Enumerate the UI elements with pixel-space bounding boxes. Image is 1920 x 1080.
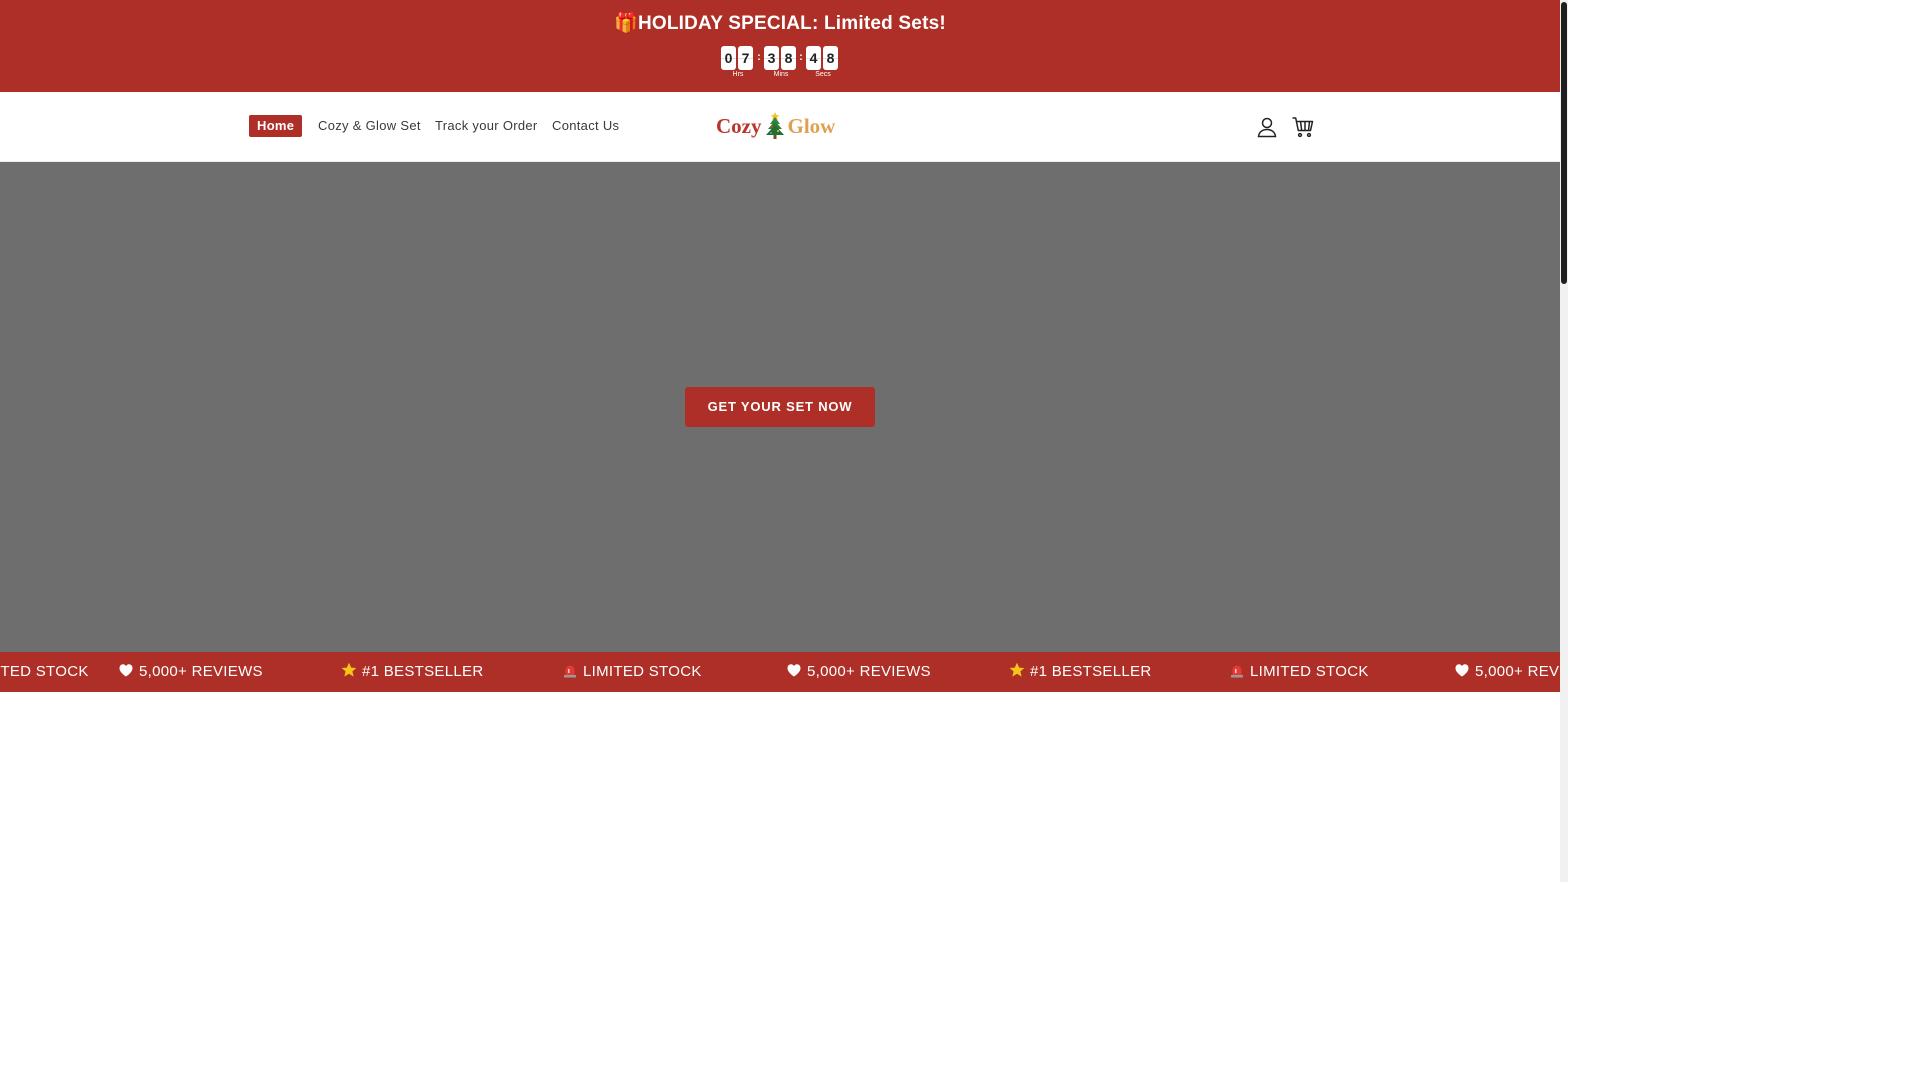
countdown-label: Secs	[815, 71, 831, 78]
countdown-digit: 0	[721, 46, 736, 70]
christmas-tree-icon	[765, 112, 784, 139]
siren-icon	[564, 665, 576, 678]
heart-icon	[119, 664, 133, 677]
marquee-item: LIMITED STOCK	[0, 663, 89, 680]
countdown-digit: 8	[823, 46, 838, 70]
countdown-hours: 0 7 Hrs	[721, 46, 755, 80]
hero-banner: GET YOUR SET NOW	[0, 162, 1560, 652]
scrollbar-thumb[interactable]	[1561, 2, 1567, 284]
page-scrollbar[interactable]	[1560, 0, 1568, 882]
siren-icon	[1231, 665, 1243, 678]
gift-icon: 🎁	[614, 13, 638, 34]
promo-title-text: HOLIDAY SPECIAL: Limited Sets!	[637, 13, 946, 34]
get-your-set-button[interactable]: GET YOUR SET NOW	[685, 387, 875, 427]
site-header: Home Cozy & Glow Set Track your Order Co…	[0, 92, 1560, 162]
heart-icon	[1455, 664, 1469, 677]
logo-text-cozy: Cozy	[716, 114, 762, 138]
marquee-item: #1 BESTSELLER	[341, 652, 483, 692]
brand-logo[interactable]: Cozy Glow	[716, 109, 840, 143]
marquee-item: 5,000+ REVIEWS	[786, 652, 931, 692]
countdown-label: Hrs	[732, 71, 744, 78]
marquee-item: #1 BESTSELLER	[1009, 652, 1151, 692]
page: 🎁HOLIDAY SPECIAL: Limited Sets! 0 7 Hrs …	[0, 0, 1568, 882]
countdown-seconds: 4 8 Secs	[806, 46, 840, 80]
countdown-minutes: 3 8 Mins	[764, 46, 798, 80]
countdown-separator: :	[757, 51, 761, 63]
promo-title: 🎁HOLIDAY SPECIAL: Limited Sets!	[0, 11, 1560, 35]
countdown-digit: 4	[806, 46, 821, 70]
promo-bar: 🎁HOLIDAY SPECIAL: Limited Sets! 0 7 Hrs …	[0, 0, 1560, 92]
nav-item-home[interactable]: Home	[249, 115, 303, 137]
nav-item-track-order[interactable]: Track your Order	[435, 115, 538, 137]
nav-item-cozy-glow-set[interactable]: Cozy & Glow Set	[318, 115, 421, 137]
marquee-item: LIMITED STOCK	[562, 652, 702, 692]
logo-text-glow: Glow	[787, 114, 836, 138]
nav-item-contact-us[interactable]: Contact Us	[552, 115, 619, 137]
cart-icon[interactable]	[1291, 115, 1315, 139]
announcement-marquee: LIMITED STOCK 5,000+ REVIEWS #1 BESTSELL…	[0, 652, 1560, 692]
countdown-separator: :	[799, 51, 803, 63]
heart-icon	[787, 664, 801, 677]
marquee-item: 5,000+ REVIEWS	[1454, 652, 1560, 692]
account-icon[interactable]	[1255, 115, 1279, 139]
marquee-item: LIMITED STOCK	[1229, 652, 1369, 692]
star-icon	[341, 662, 357, 677]
marquee-item: 5,000+ REVIEWS	[118, 652, 263, 692]
countdown-digit: 8	[781, 46, 796, 70]
countdown-digit: 3	[764, 46, 779, 70]
countdown-timer: 0 7 Hrs : 3 8 Mins : 4 8 Secs	[721, 46, 841, 80]
star-icon	[1009, 662, 1025, 677]
countdown-digit: 7	[738, 46, 753, 70]
countdown-label: Mins	[773, 71, 789, 78]
